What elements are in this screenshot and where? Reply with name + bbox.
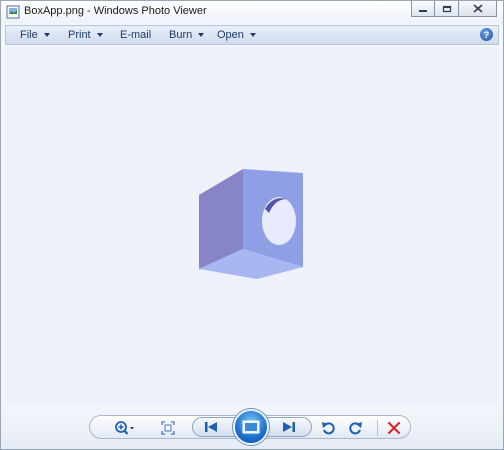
photo-viewer-app-icon (6, 5, 20, 19)
close-window-button[interactable] (459, 1, 497, 17)
rotate-counterclockwise-button[interactable] (318, 420, 338, 436)
zoom-icon (115, 421, 134, 435)
chevron-down-icon (43, 33, 50, 37)
minimize-button[interactable] (411, 1, 435, 17)
menu-print-label: Print (68, 29, 91, 41)
title-bar: BoxApp.png - Windows Photo Viewer (1, 1, 503, 23)
chevron-down-icon (249, 33, 256, 37)
menu-bar: File Print E-mail Burn Open ? (5, 25, 499, 45)
next-button[interactable] (279, 419, 299, 435)
close-icon (472, 4, 483, 13)
menu-file-label: File (20, 29, 38, 41)
slideshow-icon (242, 420, 260, 434)
actual-size-icon (161, 421, 175, 435)
menu-email[interactable]: E-mail (120, 29, 151, 41)
menu-file[interactable]: File (20, 29, 50, 41)
zoom-button[interactable] (112, 420, 138, 436)
delete-button[interactable] (384, 420, 404, 436)
previous-button[interactable] (201, 419, 221, 435)
menu-open[interactable]: Open (217, 29, 256, 41)
image-viewing-area (5, 47, 499, 405)
photo-viewer-window: BoxApp.png - Windows Photo Viewer File P… (0, 0, 504, 450)
bottom-toolbar (1, 405, 503, 449)
next-icon (283, 422, 295, 432)
rotate-clockwise-icon (349, 422, 362, 435)
maximize-icon (442, 5, 451, 12)
caption-buttons (411, 1, 497, 17)
help-button[interactable]: ? (480, 28, 493, 41)
box-hole (262, 197, 296, 245)
maximize-button[interactable] (435, 1, 459, 17)
controls-container (89, 409, 411, 445)
chevron-down-icon (198, 33, 205, 37)
menu-burn[interactable]: Burn (169, 29, 205, 41)
minimize-icon (419, 9, 427, 12)
actual-size-button[interactable] (158, 420, 178, 436)
toolbar-divider (377, 420, 378, 436)
rotate-counterclockwise-icon (322, 422, 335, 435)
menu-email-label: E-mail (120, 29, 152, 41)
menu-burn-label: Burn (169, 29, 193, 41)
slideshow-button[interactable] (233, 409, 269, 445)
delete-icon (387, 421, 401, 435)
rotate-clockwise-button[interactable] (346, 420, 366, 436)
menu-open-label: Open (217, 29, 244, 41)
window-title: BoxApp.png - Windows Photo Viewer (24, 5, 207, 17)
help-icon: ? (483, 29, 490, 40)
displayed-photo (199, 169, 303, 279)
chevron-down-icon (96, 33, 103, 37)
previous-icon (205, 422, 217, 432)
menu-print[interactable]: Print (68, 29, 103, 41)
